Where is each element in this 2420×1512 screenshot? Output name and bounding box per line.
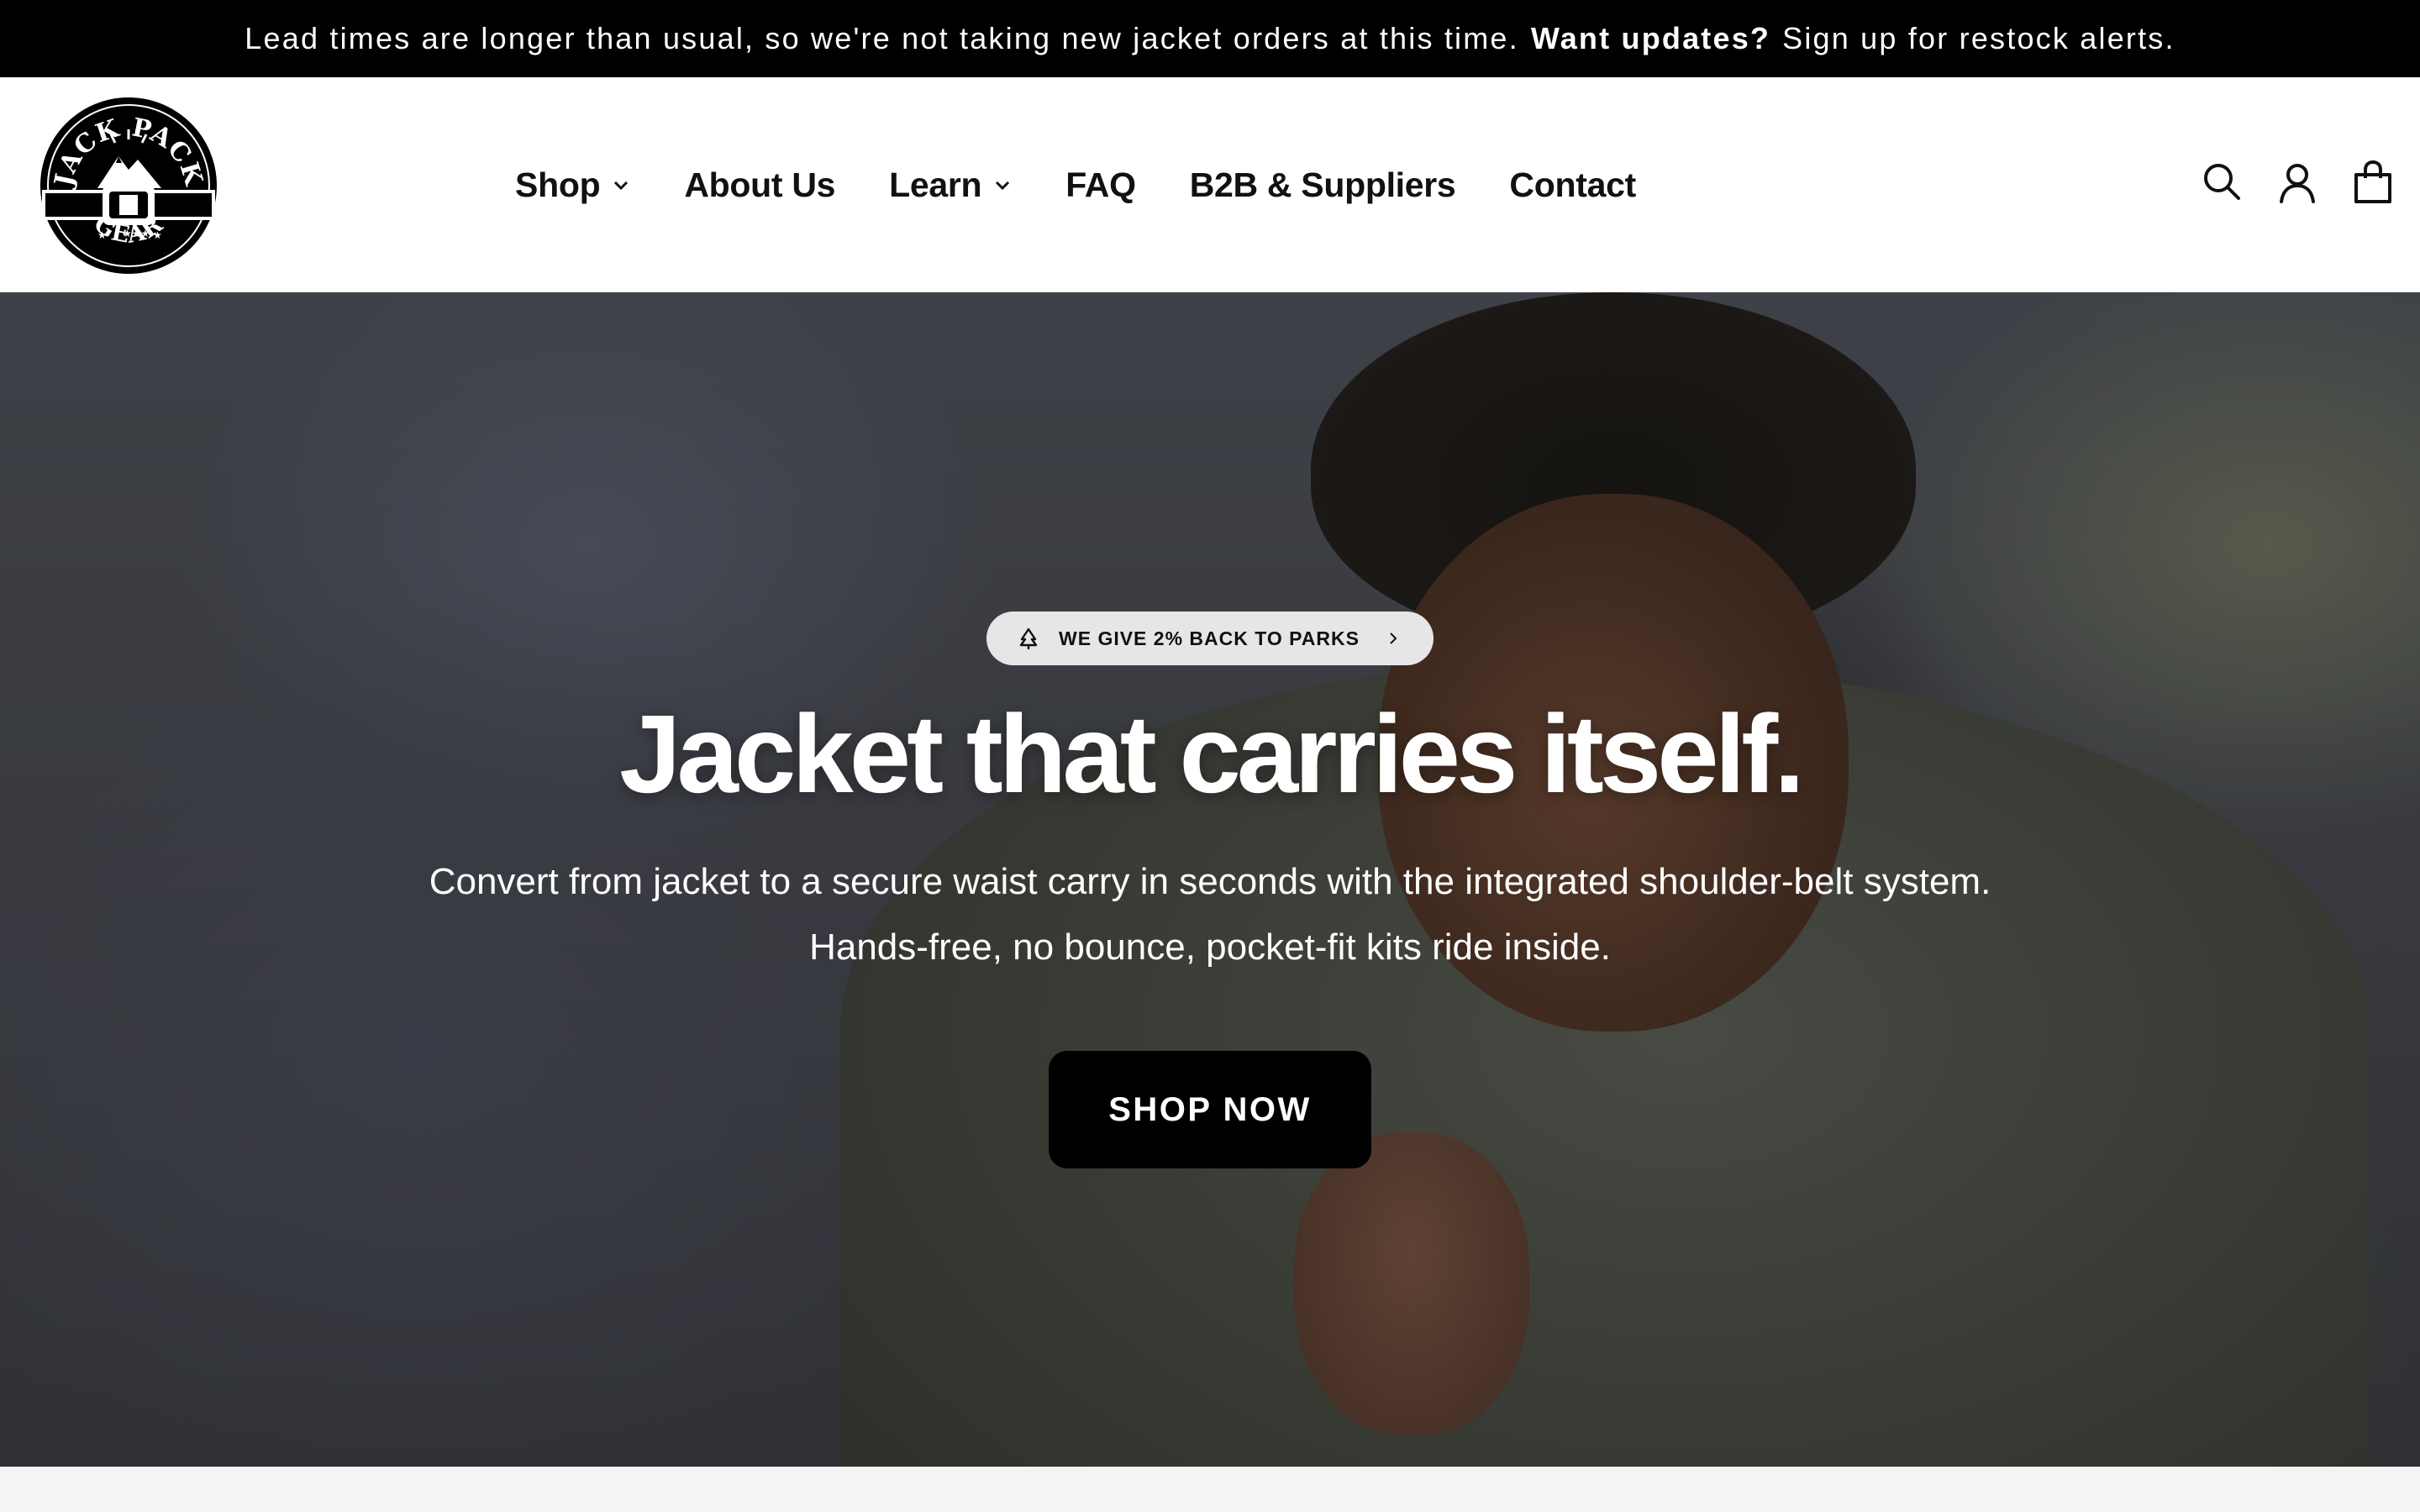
hero-content: WE GIVE 2% BACK TO PARKS Jacket that car… [0, 292, 2420, 1467]
chevron-down-icon [614, 181, 629, 191]
nav-b2b-suppliers[interactable]: B2B & Suppliers [1190, 165, 1456, 205]
next-section [0, 1467, 2420, 1512]
chevron-right-icon [1390, 633, 1397, 644]
main-nav: Shop About Us Learn FAQ B2B & Suppliers … [0, 77, 2420, 292]
account-icon[interactable] [2277, 160, 2317, 205]
site-header: JACK PACK ★ ★★★ ★ GEAR Shop About Us Lea… [0, 77, 2420, 292]
nav-learn[interactable]: Learn [889, 165, 1012, 205]
nav-contact[interactable]: Contact [1509, 165, 1636, 205]
announcement-restock-text[interactable]: Sign up for restock alerts. [1782, 21, 2175, 56]
logo-badge: JACK PACK ★ ★★★ ★ GEAR [40, 97, 217, 274]
nav-faq-label: FAQ [1065, 165, 1136, 204]
nav-faq[interactable]: FAQ [1065, 165, 1136, 205]
logo[interactable]: JACK PACK ★ ★★★ ★ GEAR [39, 96, 218, 276]
chevron-down-icon [996, 181, 1010, 191]
announcement-bar: Lead times are longer than usual, so we'… [0, 0, 2420, 77]
header-icons [2202, 160, 2393, 205]
announcement-text: Lead times are longer than usual, so we'… [245, 21, 1519, 55]
nav-learn-label: Learn [889, 165, 982, 204]
nav-b2b-label: B2B & Suppliers [1189, 165, 1456, 204]
hero-subtitle-line-2: Hands-free, no bounce, pocket-fit kits r… [809, 927, 1611, 968]
nav-contact-label: Contact [1509, 165, 1636, 204]
hero-section: WE GIVE 2% BACK TO PARKS Jacket that car… [0, 292, 2420, 1467]
hero-subtitle: Convert from jacket to a secure waist ca… [370, 849, 2050, 980]
shop-now-button[interactable]: SHOP NOW [1049, 1051, 1371, 1168]
nav-shop-label: Shop [515, 165, 601, 204]
hero-title: Jacket that carries itself. [619, 692, 1805, 816]
tree-icon [1019, 627, 1038, 649]
nav-about-us[interactable]: About Us [684, 165, 835, 205]
announcement-updates-link[interactable]: Want updates? [1531, 21, 1770, 56]
parks-badge-label: WE GIVE 2% BACK TO PARKS [1059, 627, 1360, 649]
nav-about-label: About Us [684, 165, 836, 204]
nav-shop[interactable]: Shop [515, 165, 630, 205]
cart-icon[interactable] [2353, 160, 2393, 205]
search-icon[interactable] [2202, 160, 2242, 205]
parks-badge[interactable]: WE GIVE 2% BACK TO PARKS [986, 612, 1434, 665]
hero-subtitle-line-1: Convert from jacket to a secure waist ca… [429, 861, 1991, 902]
